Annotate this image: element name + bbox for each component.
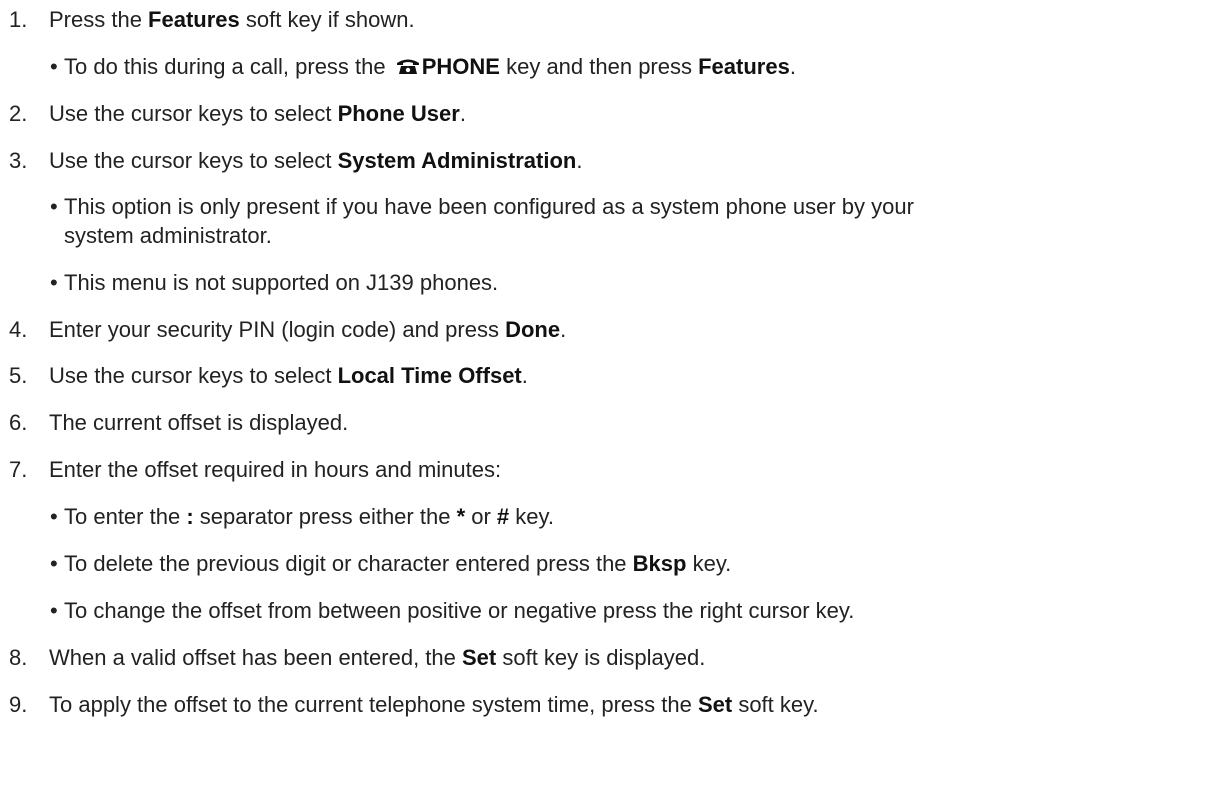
step-3: 3. Use the cursor keys to select System A… bbox=[0, 147, 582, 175]
step-number: 2. bbox=[9, 101, 28, 126]
step-text: When a valid offset has been entered, th… bbox=[49, 645, 706, 670]
step-number: 3. bbox=[9, 148, 28, 173]
instructions-page: 1. Press the Features soft key if shown. … bbox=[0, 0, 1228, 789]
step-6: 6. The current offset is displayed. bbox=[0, 409, 348, 437]
step-4: 4. Enter your security PIN (login code) a… bbox=[0, 316, 566, 344]
step-text: Use the cursor keys to select Phone User… bbox=[49, 101, 466, 126]
step-number: 5. bbox=[9, 363, 28, 388]
step-9: 9. To apply the offset to the current tel… bbox=[0, 691, 819, 719]
step-text: The current offset is displayed. bbox=[49, 410, 349, 435]
step-3-bullet-1: • This option is only present if you have… bbox=[50, 194, 914, 219]
step-7-bullet-1: • To enter the : separator press either t… bbox=[50, 504, 554, 529]
step-3-bullet-1-cont: system administrator. bbox=[64, 223, 272, 248]
step-text: To apply the offset to the current telep… bbox=[49, 692, 819, 717]
step-3-bullet-2: • This menu is not supported on J139 phon… bbox=[50, 270, 499, 295]
step-text: Enter the offset required in hours and m… bbox=[49, 457, 502, 482]
step-number: 4. bbox=[9, 317, 28, 342]
step-text: Use the cursor keys to select System Adm… bbox=[49, 148, 583, 173]
step-number: 6. bbox=[9, 410, 28, 435]
step-text: Press the Features soft key if shown. bbox=[49, 7, 415, 32]
step-8: 8. When a valid offset has been entered, … bbox=[0, 644, 705, 672]
step-2: 2. Use the cursor keys to select Phone Us… bbox=[0, 100, 466, 128]
phone-icon bbox=[396, 59, 419, 74]
step-1: 1. Press the Features soft key if shown. bbox=[0, 6, 415, 34]
step-number: 9. bbox=[9, 692, 28, 717]
step-number: 1. bbox=[9, 7, 28, 32]
step-number: 8. bbox=[9, 645, 28, 670]
step-number: 7. bbox=[9, 457, 28, 482]
step-1-bullet: • To do this during a call, press the PHO… bbox=[50, 54, 796, 79]
step-text: Use the cursor keys to select Local Time… bbox=[49, 363, 528, 388]
step-5: 5. Use the cursor keys to select Local Ti… bbox=[0, 362, 528, 390]
step-7: 7. Enter the offset required in hours and… bbox=[0, 456, 501, 484]
step-7-bullet-3: • To change the offset from between posit… bbox=[50, 598, 855, 623]
step-text: Enter your security PIN (login code) and… bbox=[49, 317, 567, 342]
step-7-bullet-2: • To delete the previous digit or charact… bbox=[50, 551, 732, 576]
